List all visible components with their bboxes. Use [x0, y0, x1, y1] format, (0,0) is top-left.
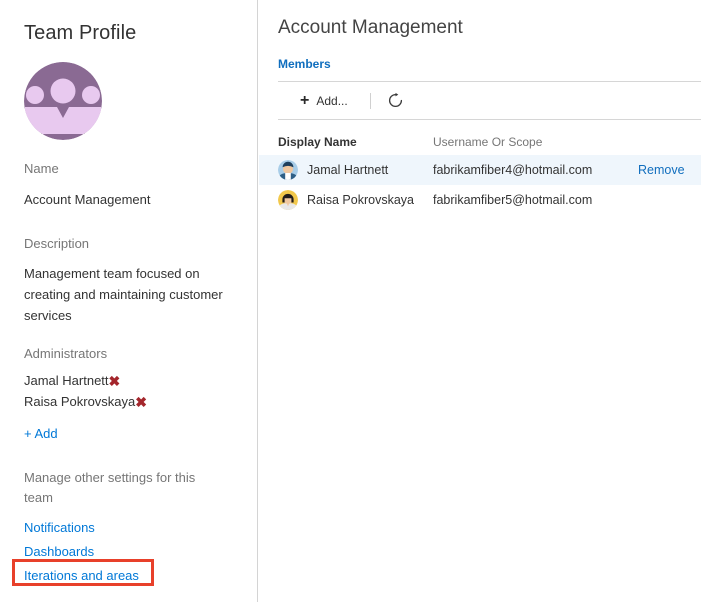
account-management-panel: Account Management Members + Add... Disp…	[259, 0, 701, 602]
table-row[interactable]: Jamal Hartnett fabrikamfiber4@hotmail.co…	[259, 155, 701, 185]
name-label: Name	[24, 161, 59, 176]
member-name: Raisa Pokrovskaya	[307, 193, 414, 207]
column-header-display-name: Display Name	[278, 135, 357, 149]
members-toolbar: + Add...	[278, 81, 701, 120]
sidebar-link-dashboards[interactable]: Dashboards	[24, 540, 94, 564]
toolbar-divider	[369, 92, 371, 109]
add-administrator-link[interactable]: + Add	[24, 426, 58, 441]
user-avatar-female	[278, 190, 298, 210]
administrator-name: Raisa Pokrovskaya	[24, 394, 136, 409]
refresh-icon	[389, 92, 403, 108]
cell-display-name: Jamal Hartnett	[278, 160, 433, 180]
refresh-button[interactable]	[385, 90, 407, 112]
administrator-name: Jamal Hartnett	[24, 373, 109, 388]
column-header-username-or-scope: Username Or Scope	[433, 135, 543, 149]
section-title: Account Management	[278, 17, 463, 38]
table-row[interactable]: Raisa Pokrovskaya fabrikamfiber5@hotmail…	[259, 185, 701, 215]
user-avatar-male	[278, 160, 298, 180]
description-value: Management team focused on creating and …	[24, 266, 223, 323]
sidebar-link-notifications[interactable]: Notifications	[24, 516, 95, 540]
cell-username: fabrikamfiber5@hotmail.com	[433, 193, 593, 207]
member-name: Jamal Hartnett	[307, 163, 389, 177]
sidebar-link-iterations-and-areas[interactable]: Iterations and areas	[24, 564, 139, 588]
add-member-label: Add...	[316, 93, 348, 108]
remove-x-icon[interactable]: ✖	[135, 395, 147, 409]
settings-links-list: Notifications Dashboards Iterations and …	[24, 516, 234, 588]
remove-member-link[interactable]: Remove	[638, 163, 685, 177]
page-title: Team Profile	[24, 22, 137, 44]
tab-members[interactable]: Members	[278, 57, 331, 71]
members-table: Display Name Username Or Scope Jamal Har…	[259, 129, 701, 215]
remove-x-icon[interactable]: ✖	[109, 374, 121, 388]
name-value: Account Management	[24, 192, 151, 207]
plus-icon: +	[300, 91, 310, 109]
administrators-list: Jamal Hartnett ✖ Raisa Pokrovskaya ✖	[24, 370, 239, 412]
team-avatar	[24, 62, 102, 140]
add-member-button[interactable]: + Add...	[296, 87, 352, 115]
administrator-row: Raisa Pokrovskaya ✖	[24, 391, 239, 412]
description-label: Description	[24, 236, 90, 251]
cell-username: fabrikamfiber4@hotmail.com	[433, 163, 593, 177]
table-header-row: Display Name Username Or Scope	[259, 129, 701, 155]
team-profile-sidebar: Team Profile Name Account Management Des…	[0, 0, 258, 602]
administrators-label: Administrators	[24, 346, 108, 361]
cell-display-name: Raisa Pokrovskaya	[278, 190, 433, 210]
manage-settings-text: Manage other settings for this team	[24, 470, 196, 505]
administrator-row: Jamal Hartnett ✖	[24, 370, 239, 391]
